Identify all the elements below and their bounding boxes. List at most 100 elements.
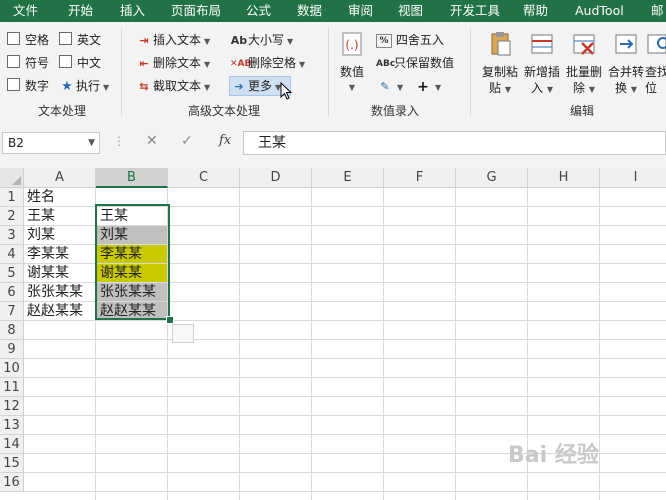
row-header-12[interactable]: 12 [0, 397, 24, 416]
column-header-c[interactable]: C [168, 168, 240, 188]
new-insert-button[interactable]: 新增插入 ▼ [520, 30, 564, 98]
round-button[interactable]: % 四舍五入 [376, 31, 444, 49]
menu-home[interactable]: 开始 [68, 0, 93, 22]
menu-view[interactable]: 视图 [398, 0, 423, 22]
cell-a4[interactable]: 李某某 [24, 245, 96, 264]
checkbox-box[interactable] [7, 78, 20, 91]
cell-b6[interactable]: 张张某某 [97, 283, 167, 301]
checkbox-space[interactable]: 空格 [7, 32, 49, 48]
keep-value-icon: ABc [376, 58, 396, 69]
find-locate-button[interactable]: 查找位 [645, 30, 666, 96]
row-header-3[interactable]: 3 [0, 226, 24, 245]
cell-b5[interactable]: 谢某某 [97, 264, 167, 282]
new-insert-label-line1: 新增插 [523, 65, 560, 79]
row-header-11[interactable]: 11 [0, 378, 24, 397]
insert-rows-icon [531, 34, 553, 54]
delete-text-button[interactable]: ⇤ 删除文本 ▼ [135, 54, 210, 72]
row-header-10[interactable]: 10 [0, 359, 24, 378]
cell-a3[interactable]: 刘某 [24, 226, 96, 245]
quick-analysis-button[interactable] [172, 324, 194, 343]
delete-space-button[interactable]: ✕AB删除空格 ▼ [230, 54, 305, 72]
cell-a7[interactable]: 赵赵某某 [24, 302, 96, 321]
ribbon: 空格 英文 符号 中文 数字 ★ 执行 ▼ 文本处理 ⇥ 插入文本 ▼ ⇤ 删除文本 ▼ ⇆… [0, 22, 666, 121]
menu-review[interactable]: 审阅 [348, 0, 373, 22]
cell-a2[interactable]: 王某 [24, 207, 96, 226]
worksheet-grid[interactable]: A B C D E F G H I 1 2 3 4 5 6 7 8 9 10 1… [0, 168, 666, 500]
menu-insert[interactable]: 插入 [120, 0, 145, 22]
row-header-4[interactable]: 4 [0, 245, 24, 264]
row-header-14[interactable]: 14 [0, 435, 24, 454]
keep-value-button[interactable]: ABc只保留数值 [376, 54, 454, 72]
svg-text:(.): (.) [345, 38, 358, 52]
extract-text-button[interactable]: ⇆ 截取文本 ▼ [135, 77, 210, 95]
menu-formulas[interactable]: 公式 [246, 0, 271, 22]
case-button[interactable]: Ab大小写 ▼ [230, 31, 293, 49]
insert-text-button[interactable]: ⇥ 插入文本 ▼ [135, 31, 210, 49]
checkbox-english[interactable]: 英文 [59, 32, 101, 48]
cell-b3[interactable]: 刘某 [97, 226, 167, 244]
case-label: 大小写 [248, 33, 285, 47]
group-label-number: 数值录入 [371, 104, 420, 118]
column-header-i[interactable]: I [600, 168, 666, 188]
merge-convert-button[interactable]: 合并转换 ▼ [604, 30, 648, 98]
column-header-h[interactable]: H [528, 168, 600, 188]
column-header-f[interactable]: F [384, 168, 456, 188]
edit-cell-button[interactable]: ✎ ▼ [376, 77, 403, 95]
menu-developer[interactable]: 开发工具 [450, 0, 500, 22]
cell-a1[interactable]: 姓名 [24, 188, 96, 207]
row-header-9[interactable]: 9 [0, 340, 24, 359]
batch-delete-label: 批量删除 ▼ [565, 65, 602, 95]
column-header-d[interactable]: D [240, 168, 312, 188]
copy-paste-button[interactable]: 复制粘贴 ▼ [478, 30, 522, 98]
confirm-icon[interactable]: ✓ [181, 133, 193, 149]
row-header-1[interactable]: 1 [0, 188, 24, 207]
menu-file[interactable]: 文件 [13, 0, 38, 22]
menu-mail[interactable]: 邮 [651, 0, 664, 22]
round-icon: % [376, 33, 392, 48]
row-header-13[interactable]: 13 [0, 416, 24, 435]
formula-input[interactable]: 王某 [243, 131, 666, 155]
cell-b7[interactable]: 赵赵某某 [97, 302, 167, 320]
checkbox-box[interactable] [7, 55, 20, 68]
row-header-2[interactable]: 2 [0, 207, 24, 226]
row-header-6[interactable]: 6 [0, 283, 24, 302]
column-header-e[interactable]: E [312, 168, 384, 188]
find-icon [647, 34, 666, 54]
row-header-7[interactable]: 7 [0, 302, 24, 321]
row-header-16[interactable]: 16 [0, 473, 24, 492]
checkbox-box[interactable] [7, 32, 20, 45]
find-locate-label: 查找位 [645, 64, 666, 96]
chevron-down-icon[interactable]: ▼ [88, 133, 95, 153]
cell-b2[interactable]: 王某 [97, 207, 167, 226]
cell-a5[interactable]: 谢某某 [24, 264, 96, 283]
select-all-corner[interactable] [0, 168, 24, 188]
menu-audtool[interactable]: AudTool [575, 0, 624, 22]
menu-page-layout[interactable]: 页面布局 [171, 0, 221, 22]
add-button[interactable]: + ▼ [414, 77, 441, 95]
menu-help[interactable]: 帮助 [523, 0, 548, 22]
value-button[interactable]: (.) 数值 ▼ [334, 30, 370, 96]
insert-function-button[interactable]: fx [219, 133, 231, 148]
column-header-a[interactable]: A [24, 168, 96, 188]
row-header-15[interactable]: 15 [0, 454, 24, 473]
checkbox-chinese[interactable]: 中文 [59, 55, 101, 71]
execute-button[interactable]: ★ 执行 ▼ [58, 77, 109, 95]
checkbox-box[interactable] [59, 32, 72, 45]
menu-data[interactable]: 数据 [297, 0, 322, 22]
cell-b4[interactable]: 李某某 [97, 245, 167, 263]
batch-delete-button[interactable]: 批量删除 ▼ [562, 30, 606, 98]
chevron-down-icon: ▼ [287, 37, 294, 46]
row-header-5[interactable]: 5 [0, 264, 24, 283]
column-header-g[interactable]: G [456, 168, 528, 188]
formula-bar-grip[interactable]: ⋮ [113, 134, 125, 148]
column-header-b[interactable]: B [96, 168, 168, 188]
checkbox-box[interactable] [59, 55, 72, 68]
checkbox-number[interactable]: 数字 [7, 78, 49, 94]
find-locate-label-line2: 位 [645, 81, 658, 95]
cell-a6[interactable]: 张张某某 [24, 283, 96, 302]
cancel-icon[interactable]: ✕ [146, 133, 158, 149]
fill-handle[interactable] [166, 316, 174, 324]
row-header-8[interactable]: 8 [0, 321, 24, 340]
checkbox-symbol[interactable]: 符号 [7, 55, 49, 71]
name-box[interactable]: B2 ▼ [2, 132, 100, 154]
